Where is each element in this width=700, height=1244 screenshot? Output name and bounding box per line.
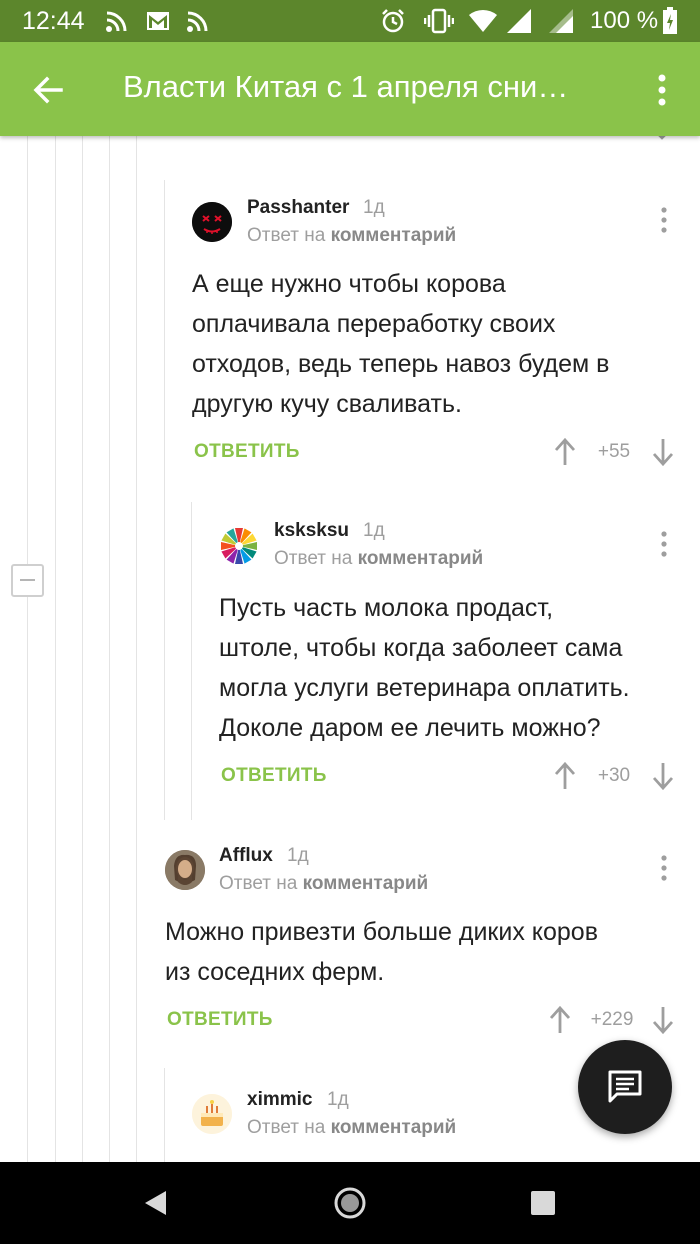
vote-up-icon[interactable] — [553, 437, 577, 467]
signal-icon — [507, 9, 531, 33]
comment-text-line: оплачивала переработку своих — [192, 310, 556, 338]
comment-score: +30 — [597, 765, 631, 786]
vibrate-icon — [424, 8, 454, 34]
reply-to-link[interactable]: комментарий — [303, 873, 429, 894]
page-title: Власти Китая с 1 апреля сни… — [123, 69, 569, 104]
reply-to-prefix: Ответ на — [219, 873, 298, 894]
more-vert-icon[interactable] — [659, 530, 669, 558]
rss-icon — [106, 11, 127, 32]
more-vert-icon[interactable] — [659, 854, 669, 882]
reply-to-line: Ответ на комментарий — [247, 1117, 456, 1139]
mask-avatar-icon — [192, 202, 232, 242]
avatar[interactable] — [219, 526, 259, 566]
comment-age: 1д — [287, 845, 309, 866]
vote-up-icon[interactable] — [548, 1005, 572, 1035]
app-bar: Власти Китая с 1 апреля сни… — [0, 42, 700, 136]
vote-down-icon[interactable] — [651, 761, 675, 791]
comment-score: +55 — [597, 441, 631, 462]
comment-age: 1д — [363, 197, 385, 218]
vote-down-icon[interactable] — [651, 1005, 675, 1035]
back-triangle-icon[interactable] — [142, 1189, 168, 1217]
comment-author[interactable]: ksksksu — [274, 520, 349, 542]
thread-line — [27, 136, 28, 1162]
thread-line — [82, 136, 83, 1162]
alarm-icon — [382, 9, 404, 33]
cake-avatar-icon — [192, 1094, 232, 1134]
write-comment-button[interactable] — [578, 1040, 672, 1134]
comment-text: Пусть часть молока продаст, штоле, чтобы… — [219, 588, 689, 748]
reply-to-prefix: Ответ на — [247, 1117, 326, 1138]
comment-text-line: штоле, чтобы когда заболеет сама — [219, 634, 623, 662]
comment-score: +229 — [590, 1009, 634, 1030]
avatar[interactable] — [192, 202, 232, 242]
battery-icon — [663, 7, 677, 34]
collapse-thread-button[interactable] — [11, 564, 44, 597]
comment-text: Можно привезти больше диких коров из сос… — [165, 912, 675, 992]
comment-author[interactable]: Afflux — [219, 845, 273, 867]
comment-age: 1д — [363, 520, 385, 541]
reply-to-link[interactable]: комментарий — [358, 548, 484, 569]
reply-to-prefix: Ответ на — [274, 548, 353, 569]
signal-icon — [549, 9, 573, 33]
comment-text-line: Пусть часть молока продаст, — [219, 594, 554, 622]
reply-button[interactable]: ОТВЕТИТЬ — [194, 441, 300, 463]
comment-text-line: отходов, ведь теперь навоз будем в — [192, 350, 610, 378]
reply-to-line: Ответ на комментарий — [274, 548, 483, 570]
thread-line — [164, 1068, 165, 1162]
reply-to-link[interactable]: комментарий — [331, 1117, 457, 1138]
reply-to-line: Ответ на комментарий — [247, 225, 456, 247]
thread-line — [109, 136, 110, 1162]
home-circle-icon[interactable] — [333, 1186, 367, 1220]
comment-text-line: Доколе даром ее лечить можно? — [219, 714, 601, 742]
more-vert-icon[interactable] — [646, 70, 678, 110]
vote-up-icon[interactable] — [553, 761, 577, 791]
reply-button[interactable]: ОТВЕТИТЬ — [167, 1009, 273, 1031]
comment-text-line: А еще нужно чтобы корова — [192, 270, 506, 298]
comment-author[interactable]: Passhanter — [247, 197, 349, 219]
rss-icon — [187, 11, 208, 32]
more-vert-icon[interactable] — [659, 206, 669, 234]
person-avatar-icon — [165, 850, 205, 890]
comment-age: 1д — [327, 1089, 349, 1110]
thread-line — [164, 180, 165, 820]
reply-button[interactable]: ОТВЕТИТЬ — [221, 765, 327, 787]
comment-author[interactable]: ximmic — [247, 1089, 312, 1111]
reply-to-prefix: Ответ на — [247, 225, 326, 246]
flower-avatar-icon — [221, 528, 257, 564]
avatar[interactable] — [165, 850, 205, 890]
wifi-icon — [469, 9, 497, 33]
navigation-bar — [0, 1162, 700, 1244]
comment-text-line: могла услуги ветеринара оплатить. — [219, 674, 630, 702]
reply-to-line: Ответ на комментарий — [219, 873, 428, 895]
thread-line — [136, 136, 137, 1162]
comment-text-line: Можно привезти больше диких коров — [165, 918, 598, 946]
comment-text: А еще нужно чтобы корова оплачивала пере… — [192, 264, 672, 424]
comment-icon — [608, 1070, 642, 1103]
arrow-left-icon[interactable] — [28, 70, 68, 110]
reply-to-link[interactable]: комментарий — [331, 225, 457, 246]
comment-text-line: из соседних ферм. — [165, 958, 385, 986]
avatar[interactable] — [192, 1094, 232, 1134]
thread-line — [55, 136, 56, 1162]
battery-percent: 100 % — [590, 7, 659, 34]
comment-text-line: другую кучу сваливать. — [192, 390, 462, 418]
recents-square-icon[interactable] — [530, 1190, 556, 1216]
thread-line — [191, 502, 192, 820]
mail-icon — [147, 12, 169, 30]
status-bar: 12:44 100 % — [0, 0, 700, 42]
status-time: 12:44 — [22, 7, 85, 35]
vote-down-icon[interactable] — [651, 437, 675, 467]
